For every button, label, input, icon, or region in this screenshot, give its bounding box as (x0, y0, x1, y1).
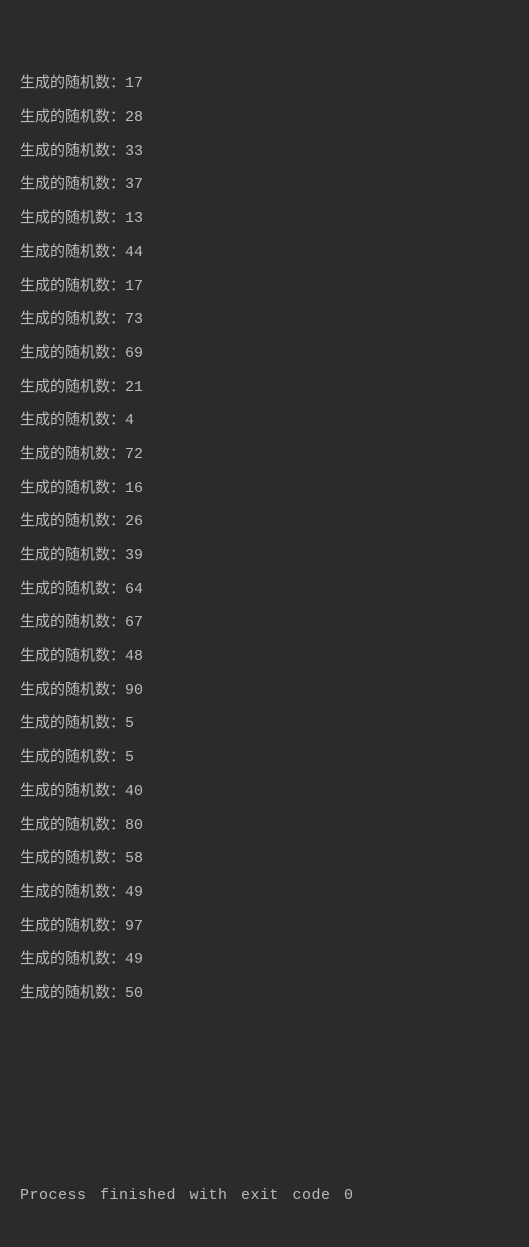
output-value: 72 (125, 446, 143, 463)
output-value: 16 (125, 480, 143, 497)
output-prefix: 生成的随机数： (20, 244, 125, 261)
output-prefix: 生成的随机数： (20, 75, 125, 92)
blank-line (20, 1078, 529, 1112)
output-line: 生成的随机数：28 (20, 101, 529, 135)
output-value: 44 (125, 244, 143, 261)
output-prefix: 生成的随机数： (20, 446, 125, 463)
output-value: 97 (125, 918, 143, 935)
output-value: 80 (125, 817, 143, 834)
output-prefix: 生成的随机数： (20, 749, 125, 766)
process-status: Process finished with exit code 0 (20, 1179, 529, 1213)
output-value: 4 (125, 412, 134, 429)
output-line: 生成的随机数：13 (20, 202, 529, 236)
output-value: 21 (125, 379, 143, 396)
output-prefix: 生成的随机数： (20, 345, 125, 362)
output-line: 生成的随机数：97 (20, 910, 529, 944)
output-prefix: 生成的随机数： (20, 143, 125, 160)
output-value: 50 (125, 985, 143, 1002)
output-line: 生成的随机数：4 (20, 404, 529, 438)
output-value: 5 (125, 715, 134, 732)
output-prefix: 生成的随机数： (20, 951, 125, 968)
output-value: 64 (125, 581, 143, 598)
output-line: 生成的随机数：21 (20, 371, 529, 405)
output-line: 生成的随机数：17 (20, 270, 529, 304)
output-value: 69 (125, 345, 143, 362)
output-value: 26 (125, 513, 143, 530)
output-prefix: 生成的随机数： (20, 985, 125, 1002)
output-line: 生成的随机数：64 (20, 573, 529, 607)
output-line: 生成的随机数：40 (20, 775, 529, 809)
output-value: 5 (125, 749, 134, 766)
output-prefix: 生成的随机数： (20, 311, 125, 328)
output-value: 28 (125, 109, 143, 126)
output-prefix: 生成的随机数： (20, 648, 125, 665)
output-prefix: 生成的随机数： (20, 412, 125, 429)
output-line: 生成的随机数：90 (20, 674, 529, 708)
output-prefix: 生成的随机数： (20, 480, 125, 497)
output-prefix: 生成的随机数： (20, 783, 125, 800)
output-line: 生成的随机数：48 (20, 640, 529, 674)
output-value: 39 (125, 547, 143, 564)
output-prefix: 生成的随机数： (20, 379, 125, 396)
output-prefix: 生成的随机数： (20, 176, 125, 193)
output-prefix: 生成的随机数： (20, 715, 125, 732)
output-prefix: 生成的随机数： (20, 918, 125, 935)
output-value: 48 (125, 648, 143, 665)
output-line: 生成的随机数：37 (20, 168, 529, 202)
output-line: 生成的随机数：72 (20, 438, 529, 472)
output-value: 73 (125, 311, 143, 328)
console-output[interactable]: 生成的随机数：17生成的随机数：28生成的随机数：33生成的随机数：37生成的随… (20, 0, 529, 1247)
output-line: 生成的随机数：69 (20, 337, 529, 371)
output-value: 49 (125, 951, 143, 968)
output-prefix: 生成的随机数： (20, 109, 125, 126)
output-value: 17 (125, 75, 143, 92)
output-line: 生成的随机数：80 (20, 809, 529, 843)
output-line: 生成的随机数：49 (20, 943, 529, 977)
output-line: 生成的随机数：44 (20, 236, 529, 270)
output-prefix: 生成的随机数： (20, 210, 125, 227)
output-line: 生成的随机数：26 (20, 505, 529, 539)
output-value: 37 (125, 176, 143, 193)
output-value: 13 (125, 210, 143, 227)
output-prefix: 生成的随机数： (20, 614, 125, 631)
output-value: 58 (125, 850, 143, 867)
output-line: 生成的随机数：73 (20, 303, 529, 337)
output-prefix: 生成的随机数： (20, 513, 125, 530)
output-value: 90 (125, 682, 143, 699)
output-line: 生成的随机数：5 (20, 741, 529, 775)
output-prefix: 生成的随机数： (20, 682, 125, 699)
output-prefix: 生成的随机数： (20, 817, 125, 834)
output-value: 40 (125, 783, 143, 800)
output-line: 生成的随机数：50 (20, 977, 529, 1011)
output-line: 生成的随机数：58 (20, 842, 529, 876)
output-line: 生成的随机数：5 (20, 707, 529, 741)
output-value: 67 (125, 614, 143, 631)
output-prefix: 生成的随机数： (20, 850, 125, 867)
output-line: 生成的随机数：39 (20, 539, 529, 573)
output-prefix: 生成的随机数： (20, 547, 125, 564)
output-line: 生成的随机数：33 (20, 135, 529, 169)
output-line: 生成的随机数：16 (20, 472, 529, 506)
output-prefix: 生成的随机数： (20, 884, 125, 901)
output-value: 33 (125, 143, 143, 160)
output-line: 生成的随机数：17 (20, 67, 529, 101)
output-prefix: 生成的随机数： (20, 581, 125, 598)
output-prefix: 生成的随机数： (20, 278, 125, 295)
output-line: 生成的随机数：67 (20, 606, 529, 640)
output-value: 17 (125, 278, 143, 295)
output-value: 49 (125, 884, 143, 901)
output-line: 生成的随机数：49 (20, 876, 529, 910)
